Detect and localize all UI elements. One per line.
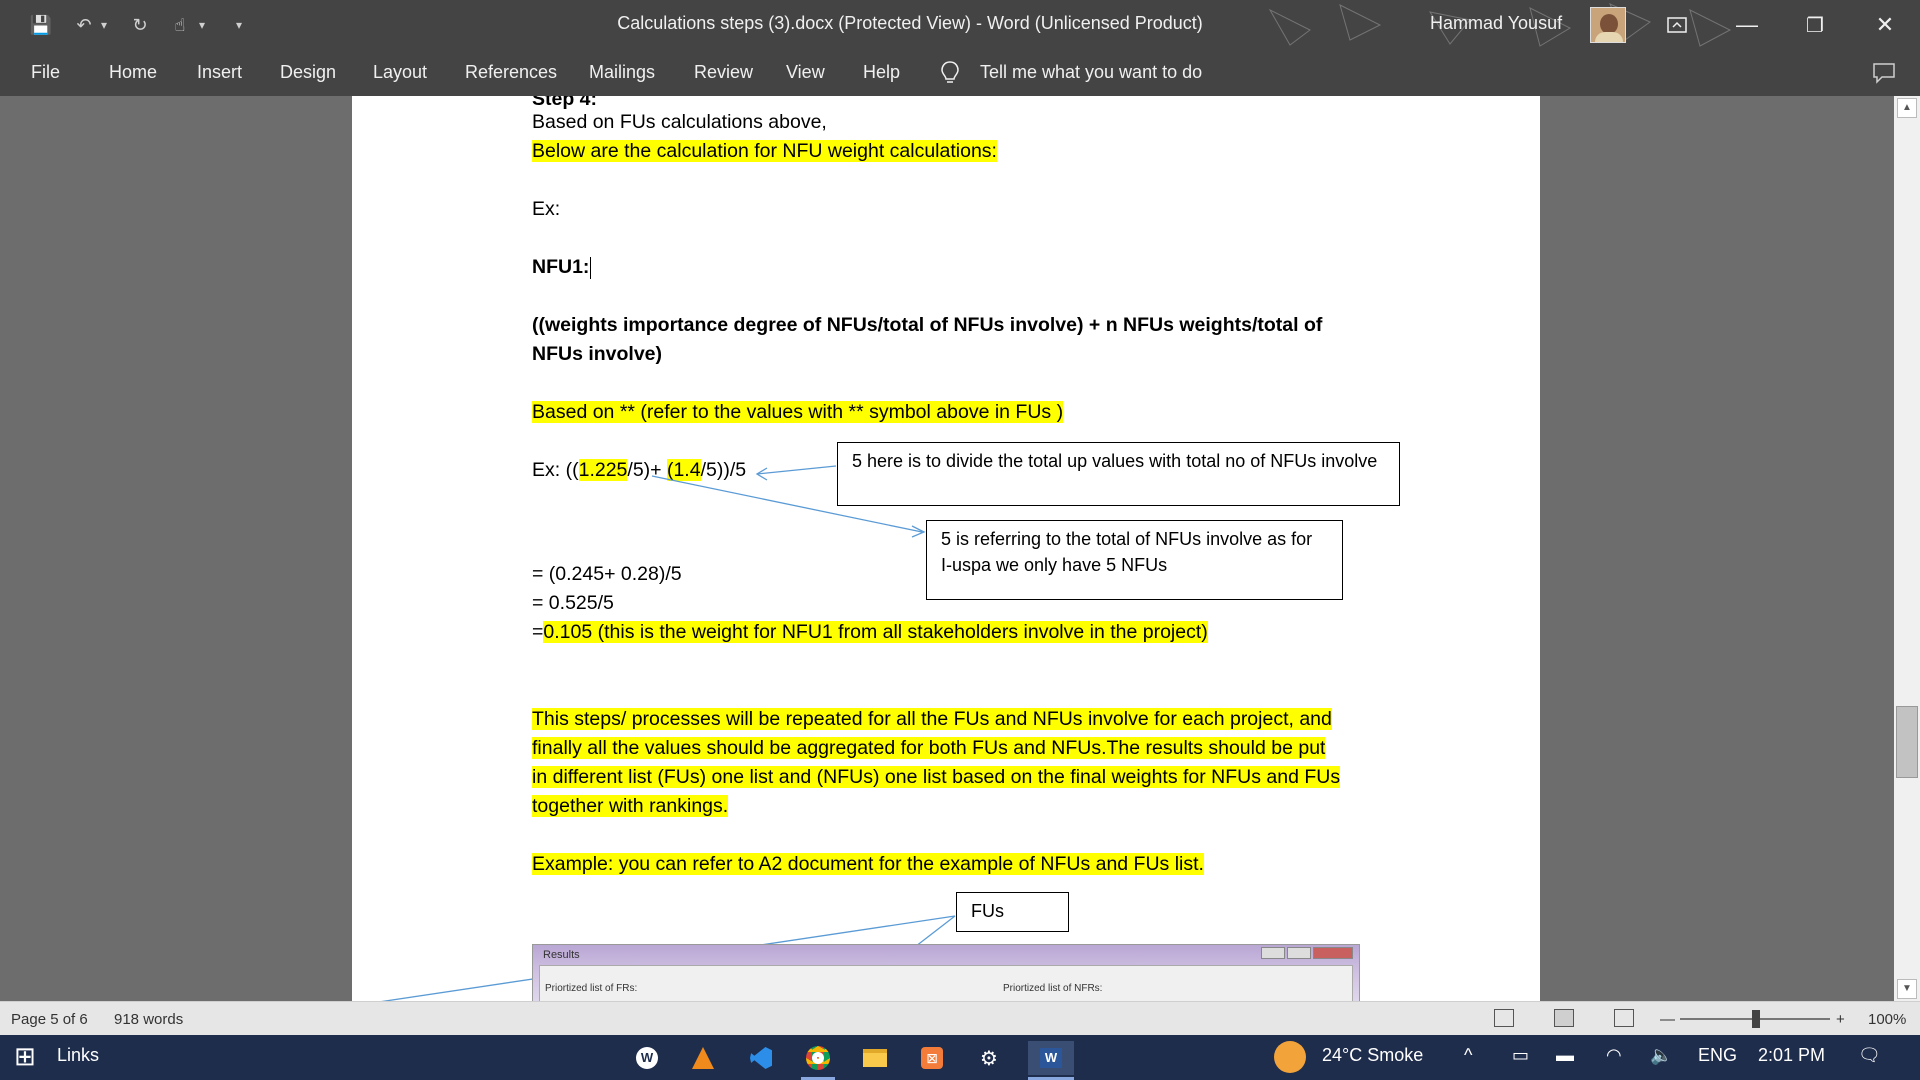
zoom-out-button[interactable]: — [1660, 1011, 1675, 1028]
tab-file[interactable]: File [31, 62, 60, 83]
scroll-down-icon[interactable]: ▼ [1897, 979, 1917, 999]
minimize-button[interactable]: — [1730, 8, 1764, 42]
clock[interactable]: 2:01 PM [1758, 1045, 1825, 1066]
scroll-thumb[interactable] [1896, 706, 1918, 778]
callout-box[interactable]: FUs [956, 892, 1069, 932]
wikipedia-app-icon[interactable]: W [630, 1041, 664, 1075]
zoom-level[interactable]: 100% [1868, 1011, 1906, 1028]
status-bar: Page 5 of 6 918 words — + 100% [0, 1001, 1920, 1035]
ribbon-tabs: File Home Insert Design Layout Reference… [0, 50, 1920, 96]
tab-design[interactable]: Design [280, 62, 336, 83]
lightbulb-icon [940, 60, 960, 91]
title-bar: 💾 ↶ ▾ ↻ ☝ ▾ ▾ Calculations steps (3).doc… [0, 0, 1920, 50]
undo-dropdown-icon[interactable]: ▾ [98, 12, 110, 38]
print-layout-icon[interactable] [1554, 1009, 1574, 1027]
wifi-icon[interactable]: ◠ [1606, 1045, 1622, 1066]
ribbon-display-options-icon[interactable] [1660, 8, 1694, 42]
touch-dropdown-icon[interactable]: ▾ [196, 12, 208, 38]
highlighted-result: 0.105 (this is the weight for NFU1 from … [543, 621, 1208, 643]
tab-help[interactable]: Help [863, 62, 900, 83]
taskbar-search[interactable]: Links [57, 1045, 99, 1066]
calc-line: = [532, 621, 544, 643]
tab-home[interactable]: Home [109, 62, 157, 83]
language-indicator[interactable]: ENG [1698, 1045, 1737, 1066]
embedded-title: Results [543, 949, 580, 961]
word-app-icon[interactable]: W [1028, 1041, 1074, 1075]
notifications-icon[interactable]: 🗨 [1858, 1045, 1881, 1066]
callout-box[interactable]: 5 here is to divide the total up values … [837, 442, 1400, 506]
tab-review[interactable]: Review [694, 62, 753, 83]
settings-gear-icon[interactable]: ⚙ [972, 1041, 1006, 1075]
tell-me-search[interactable]: Tell me what you want to do [980, 62, 1202, 83]
chrome-app-icon[interactable] [801, 1041, 835, 1075]
highlighted-paragraph: Example: you can refer to A2 document fo… [532, 853, 1204, 875]
callout-box[interactable]: 5 is referring to the total of NFUs invo… [926, 520, 1343, 600]
highlighted-paragraph: finally all the values should be aggrega… [532, 737, 1326, 759]
calc-line: = (0.245+ 0.28)/5 [532, 563, 682, 585]
save-icon[interactable]: 💾 [30, 12, 52, 38]
xampp-app-icon[interactable]: ⊠ [915, 1041, 949, 1075]
user-name[interactable]: Hammad Yousuf [1430, 13, 1562, 34]
customize-toolbar-icon[interactable]: ▾ [232, 12, 246, 38]
read-mode-icon[interactable] [1494, 1009, 1514, 1027]
volume-icon[interactable]: 🔈 [1650, 1045, 1672, 1066]
taskbar: ⊞ Links W ⊠ ⚙ W 24°C Smoke ^ ▭ ▬ ◠ 🔈 ENG… [0, 1035, 1920, 1080]
battery-icon[interactable]: ▬ [1556, 1045, 1574, 1066]
highlighted-paragraph: together with rankings. [532, 795, 729, 817]
show-hidden-icons-icon[interactable]: ^ [1464, 1045, 1472, 1066]
close-button[interactable]: ✕ [1868, 8, 1902, 42]
file-explorer-icon[interactable] [858, 1041, 892, 1075]
embedded-content [539, 965, 1353, 1001]
scroll-up-icon[interactable]: ▲ [1897, 98, 1917, 118]
embedded-label: Priortized list of FRs: [545, 983, 638, 994]
web-layout-icon[interactable] [1614, 1009, 1634, 1027]
vertical-scrollbar[interactable]: ▲ ▼ [1894, 96, 1920, 1001]
embedded-window-controls [1261, 947, 1353, 959]
redo-icon[interactable]: ↻ [128, 12, 152, 38]
highlighted-paragraph: This steps/ processes will be repeated f… [532, 708, 1332, 730]
windows-start-icon[interactable]: ⊞ [14, 1041, 36, 1072]
highlighted-paragraph: in different list (FUs) one list and (NF… [532, 766, 1341, 788]
window-title: Calculations steps (3).docx (Protected V… [617, 13, 1203, 33]
vlc-app-icon[interactable] [686, 1041, 720, 1075]
word-count[interactable]: 918 words [114, 1011, 183, 1028]
weather-icon[interactable] [1274, 1041, 1306, 1073]
page-count[interactable]: Page 5 of 6 [11, 1011, 88, 1028]
tab-references[interactable]: References [465, 62, 557, 83]
document-page[interactable]: Step 4: Based on FUs calculations above,… [352, 96, 1540, 1001]
embedded-label: Priortized list of NFRs: [1003, 983, 1103, 994]
comments-icon[interactable] [1872, 62, 1896, 89]
zoom-in-button[interactable]: + [1836, 1011, 1845, 1028]
meet-now-icon[interactable]: ▭ [1512, 1045, 1529, 1066]
tab-insert[interactable]: Insert [197, 62, 242, 83]
calc-line: = 0.525/5 [532, 592, 614, 614]
document-area[interactable]: Step 4: Based on FUs calculations above,… [0, 96, 1894, 1001]
tab-mailings[interactable]: Mailings [589, 62, 655, 83]
weather-text[interactable]: 24°C Smoke [1322, 1045, 1423, 1066]
undo-icon[interactable]: ↶ [72, 12, 96, 38]
restore-button[interactable]: ❐ [1798, 8, 1832, 42]
tab-layout[interactable]: Layout [373, 62, 427, 83]
avatar[interactable] [1590, 7, 1626, 43]
embedded-screenshot[interactable]: Results Priortized list of FRs: Priortiz… [532, 944, 1360, 1001]
vscode-app-icon[interactable] [744, 1041, 778, 1075]
zoom-slider-thumb[interactable] [1752, 1010, 1760, 1028]
tab-view[interactable]: View [786, 62, 825, 83]
touch-mode-icon[interactable]: ☝ [168, 12, 192, 38]
